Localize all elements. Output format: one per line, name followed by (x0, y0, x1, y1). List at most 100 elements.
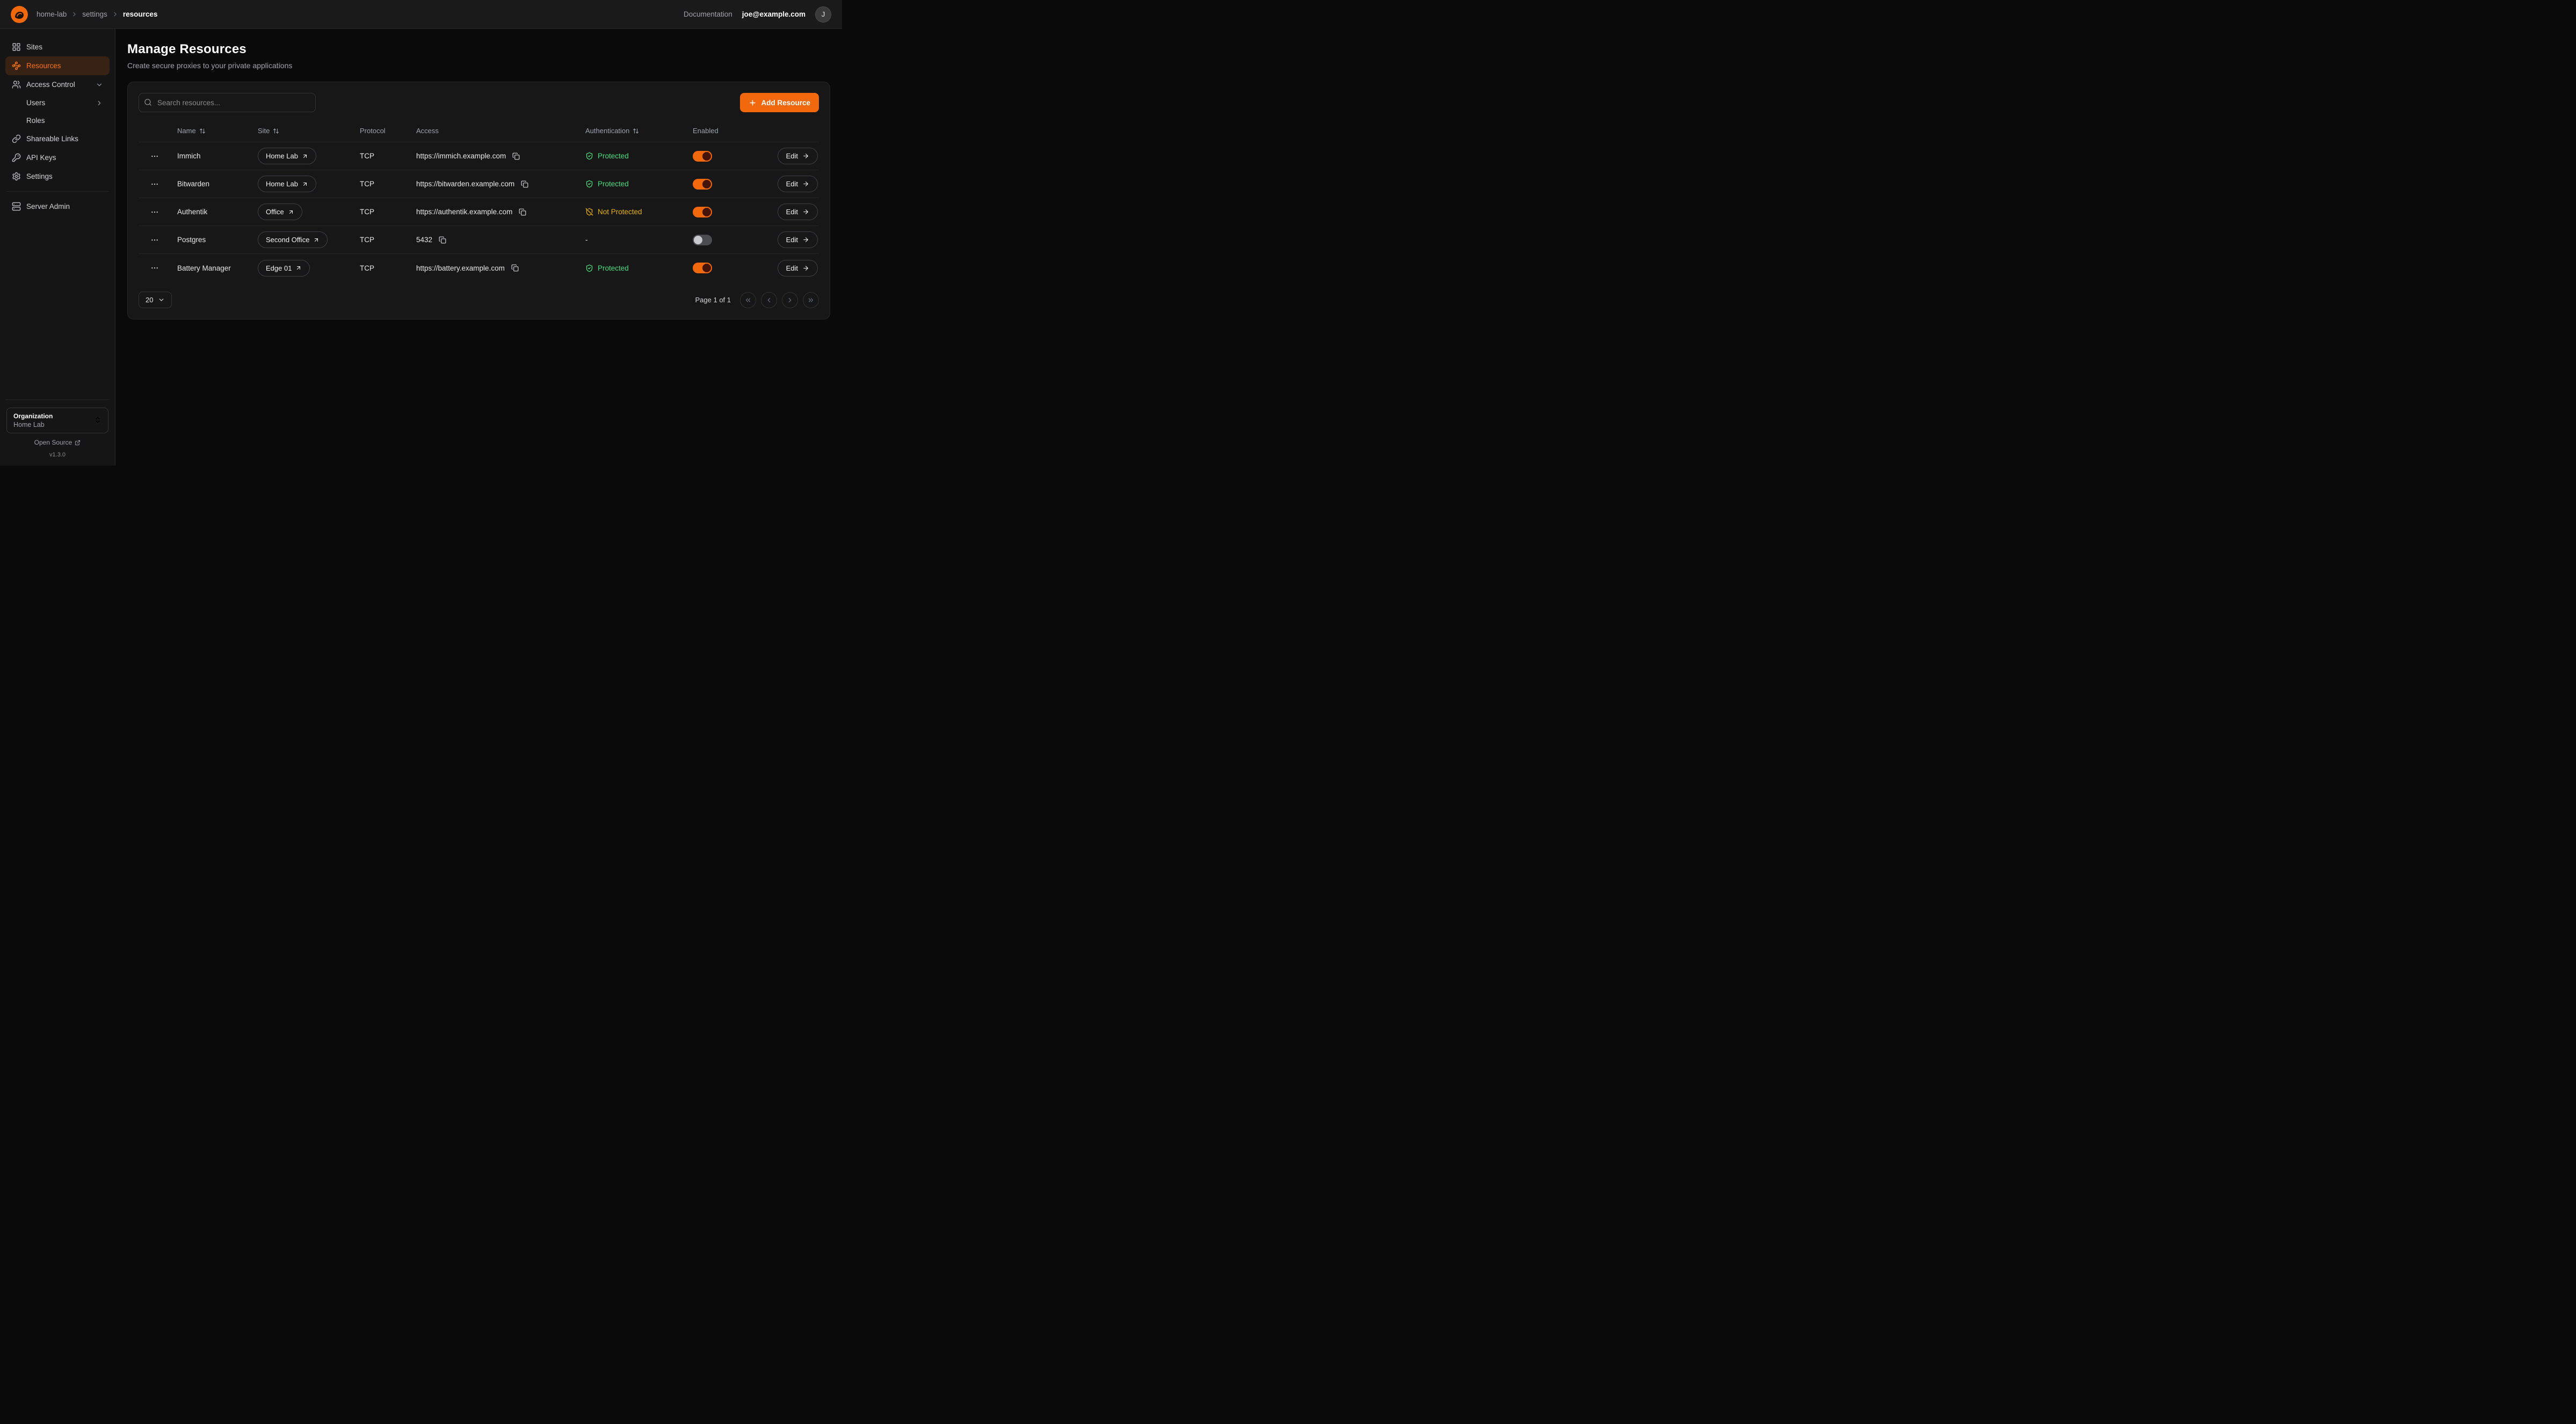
sidebar-item-sites[interactable]: Sites (5, 38, 110, 56)
app-version: v1.3.0 (6, 452, 108, 458)
auth-status-protected: Protected (585, 264, 629, 272)
copy-button[interactable] (438, 235, 447, 245)
enabled-toggle[interactable] (693, 235, 712, 245)
search-icon (144, 98, 152, 109)
copy-icon (519, 208, 526, 216)
previous-page-button[interactable] (761, 292, 777, 308)
copy-button[interactable] (518, 207, 527, 217)
avatar[interactable]: J (815, 6, 831, 23)
enabled-toggle[interactable] (693, 151, 712, 162)
breadcrumb-home-lab[interactable]: home-lab (37, 10, 67, 18)
sidebar-item-roles[interactable]: Roles (5, 112, 110, 129)
resource-name: Postgres (173, 236, 253, 244)
sidebar-item-label: Users (26, 99, 45, 107)
ellipsis-icon (150, 152, 159, 161)
chevron-down-icon (96, 81, 103, 89)
sidebar-item-access-control[interactable]: Access Control (5, 75, 110, 94)
edit-label: Edit (786, 236, 798, 244)
ellipsis-icon (150, 208, 159, 216)
edit-label: Edit (786, 264, 798, 272)
arrow-right-icon (802, 208, 809, 215)
row-menu-button[interactable] (148, 234, 161, 246)
sidebar-item-shareable-links[interactable]: Shareable Links (5, 129, 110, 148)
resource-protocol: TCP (355, 180, 412, 188)
enabled-toggle[interactable] (693, 207, 712, 217)
auth-status-none: - (585, 236, 588, 244)
chevron-down-icon (158, 296, 165, 303)
auth-status-not-protected: Not Protected (585, 208, 642, 216)
chevron-right-icon (786, 296, 794, 304)
sidebar-item-resources[interactable]: Resources (5, 56, 110, 75)
open-source-link[interactable]: Open Source (6, 439, 108, 446)
breadcrumb-settings[interactable]: settings (82, 10, 107, 18)
resource-access: https://authentik.example.com (416, 208, 512, 216)
sidebar-item-label: Server Admin (26, 202, 70, 210)
toggle-knob (702, 152, 711, 161)
page-title: Manage Resources (127, 42, 830, 57)
edit-button[interactable]: Edit (778, 176, 818, 192)
arrow-right-icon (802, 236, 809, 243)
row-menu-button[interactable] (148, 261, 161, 274)
edit-button[interactable]: Edit (778, 204, 818, 220)
column-header-name[interactable]: Name (173, 127, 253, 135)
users-icon (12, 80, 21, 89)
row-menu-button[interactable] (148, 178, 161, 191)
site-name: Home Lab (266, 180, 298, 188)
add-resource-button[interactable]: Add Resource (740, 93, 819, 112)
table-row: Immich Home Lab TCP https://immich.examp… (139, 142, 819, 170)
sidebar-item-label: API Keys (26, 154, 56, 162)
sidebar-item-settings[interactable]: Settings (5, 167, 110, 186)
first-page-button[interactable] (740, 292, 756, 308)
next-page-button[interactable] (782, 292, 798, 308)
grid-icon (12, 42, 21, 52)
auth-status-label: Not Protected (598, 208, 642, 216)
arrow-up-right-icon (288, 209, 294, 215)
add-resource-label: Add Resource (761, 99, 810, 107)
site-name: Edge 01 (266, 264, 292, 272)
sidebar-item-users[interactable]: Users (5, 94, 110, 112)
edit-label: Edit (786, 208, 798, 216)
resources-card: Add Resource Name Site Protocol (127, 82, 830, 319)
sidebar-bottom: Organization Home Lab Open Source v1.3.0 (5, 399, 110, 458)
chevron-right-icon (112, 11, 119, 18)
copy-icon (511, 264, 519, 272)
copy-button[interactable] (511, 151, 521, 161)
documentation-link[interactable]: Documentation (684, 10, 732, 18)
row-menu-button[interactable] (148, 206, 161, 219)
column-header-site[interactable]: Site (253, 127, 355, 135)
edit-button[interactable]: Edit (778, 231, 818, 248)
arrow-right-icon (802, 265, 809, 272)
copy-button[interactable] (510, 263, 520, 273)
row-menu-button[interactable] (148, 150, 161, 163)
site-link[interactable]: Home Lab (258, 176, 316, 192)
sidebar-item-api-keys[interactable]: API Keys (5, 148, 110, 167)
column-header-protocol: Protocol (355, 127, 412, 135)
app-logo[interactable] (11, 6, 28, 23)
site-link[interactable]: Home Lab (258, 148, 316, 164)
site-link[interactable]: Office (258, 204, 302, 220)
edit-button[interactable]: Edit (778, 148, 818, 164)
organization-picker-label: Organization (13, 412, 53, 420)
copy-button[interactable] (520, 179, 529, 189)
page-size-select[interactable]: 20 (139, 292, 172, 308)
sidebar-item-server-admin[interactable]: Server Admin (5, 197, 110, 216)
arrow-right-icon (802, 152, 809, 159)
resource-name: Battery Manager (173, 264, 253, 272)
enabled-toggle[interactable] (693, 179, 712, 190)
site-name: Home Lab (266, 152, 298, 160)
copy-icon (512, 152, 520, 160)
resource-access: https://bitwarden.example.com (416, 180, 514, 188)
external-link-icon (75, 440, 81, 446)
edit-button[interactable]: Edit (778, 260, 818, 277)
site-link[interactable]: Edge 01 (258, 260, 310, 277)
enabled-toggle[interactable] (693, 263, 712, 273)
search-input[interactable] (139, 93, 316, 112)
organization-picker[interactable]: Organization Home Lab (6, 408, 108, 433)
column-header-authentication[interactable]: Authentication (581, 127, 688, 135)
last-page-button[interactable] (803, 292, 819, 308)
site-link[interactable]: Second Office (258, 231, 328, 248)
sort-icon (633, 128, 639, 134)
topbar-right: Documentation joe@example.com J (684, 6, 831, 23)
page-info: Page 1 of 1 (695, 296, 731, 304)
table-row: Authentik Office TCP https://authentik.e… (139, 198, 819, 226)
